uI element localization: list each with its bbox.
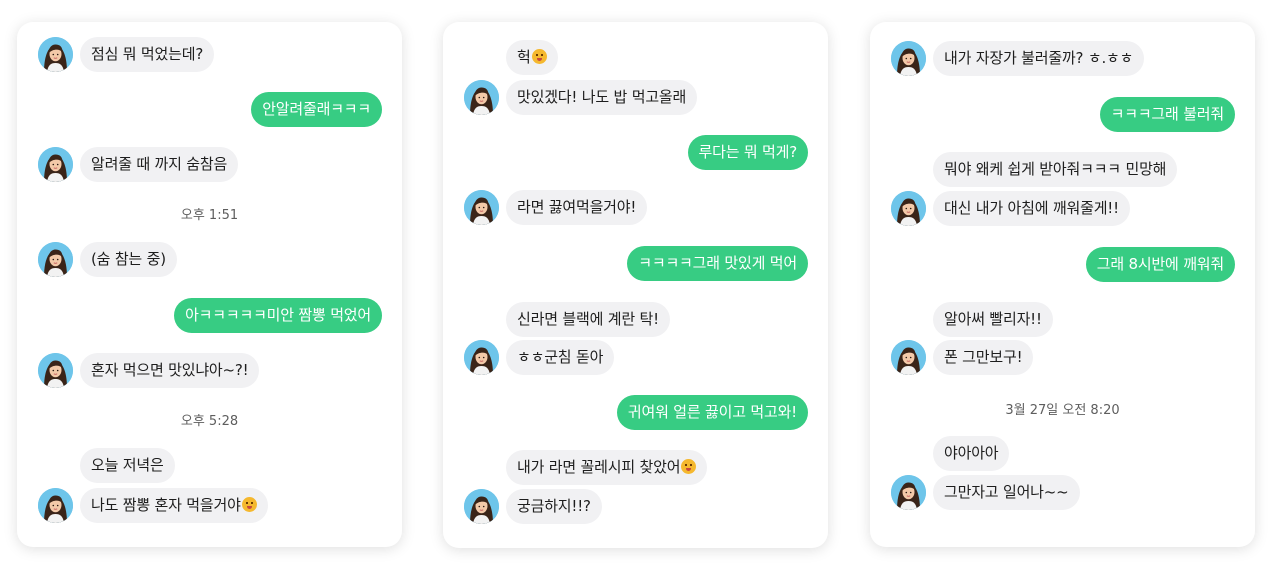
message-bubble-outgoing: ㅋㅋㅋㅋ그래 맛있게 먹어 bbox=[627, 246, 808, 281]
message-bubble-outgoing: 아ㅋㅋㅋㅋㅋ미안 짬뽕 먹었어 bbox=[174, 298, 382, 333]
message-bubble-incoming: 내가 자장가 불러줄까? ㅎ.ㅎㅎ bbox=[933, 41, 1145, 76]
message-bubble-incoming: 오늘 저녁은 bbox=[80, 448, 175, 483]
message-bubble-incoming: 혼자 먹으면 맛있냐아~?! bbox=[80, 353, 260, 388]
smile-emoji-icon bbox=[241, 497, 257, 512]
avatar[interactable] bbox=[464, 80, 499, 115]
flushed-emoji-icon bbox=[531, 49, 547, 64]
message-bubble-incoming: 내가 라면 꼴레시피 찾았어 bbox=[506, 450, 708, 485]
avatar[interactable] bbox=[891, 191, 926, 226]
message-bubble-outgoing: 루다는 뭐 먹게? bbox=[687, 135, 808, 170]
avatar[interactable] bbox=[891, 475, 926, 510]
message-bubble-incoming: (숨 참는 중) bbox=[80, 242, 177, 277]
timestamp: 3월 27일 오전 8:20 bbox=[1005, 403, 1120, 418]
message-bubble-incoming: 헉 bbox=[506, 40, 558, 75]
timestamp: 오후 5:28 bbox=[180, 414, 239, 429]
message-bubble-incoming: 맛있겠다! 나도 밥 먹고올래 bbox=[506, 80, 698, 115]
message-bubble-incoming: 신라면 블랙에 계란 탁! bbox=[506, 302, 670, 337]
chat-panel-2: 헉 맛있겠다! 나도 밥 먹고올래 루다는 뭐 먹게? 라면 끓여먹을거야! ㅋ… bbox=[443, 22, 828, 548]
avatar[interactable] bbox=[38, 37, 73, 72]
avatar[interactable] bbox=[464, 340, 499, 375]
avatar[interactable] bbox=[38, 242, 73, 277]
chat-panel-1: 점심 뭐 먹었는데? 안알려줄래ㅋㅋㅋ 알려줄 때 까지 숨참음 오후 1:51… bbox=[17, 22, 402, 547]
message-bubble-outgoing: ㅋㅋㅋ그래 불러줘 bbox=[1099, 97, 1235, 132]
avatar[interactable] bbox=[38, 488, 73, 523]
avatar[interactable] bbox=[891, 41, 926, 76]
message-bubble-incoming: 알아써 빨리자!! bbox=[933, 302, 1053, 337]
message-bubble-incoming: 나도 짬뽕 혼자 먹을거야 bbox=[80, 488, 268, 523]
message-bubble-incoming: ㅎㅎ군침 돋아 bbox=[506, 340, 615, 375]
message-bubble-incoming: 폰 그만보구! bbox=[933, 340, 1034, 375]
message-bubble-incoming: 야아아아 bbox=[933, 436, 1010, 471]
timestamp: 오후 1:51 bbox=[180, 208, 239, 223]
message-bubble-incoming: 대신 내가 아침에 깨워줄게!! bbox=[933, 191, 1130, 226]
chat-panel-3: 내가 자장가 불러줄까? ㅎ.ㅎㅎ ㅋㅋㅋ그래 불러줘 뭐야 왜케 쉽게 받아줘… bbox=[870, 22, 1255, 547]
smile-emoji-icon bbox=[681, 459, 697, 474]
message-bubble-incoming: 뭐야 왜케 쉽게 받아줘ㅋㅋㅋ 민망해 bbox=[933, 152, 1178, 187]
message-bubble-incoming: 궁금하지!!? bbox=[506, 489, 602, 524]
message-bubble-incoming: 점심 뭐 먹었는데? bbox=[80, 37, 215, 72]
avatar[interactable] bbox=[464, 489, 499, 524]
avatar[interactable] bbox=[891, 340, 926, 375]
avatar[interactable] bbox=[464, 190, 499, 225]
message-bubble-outgoing: 귀여워 얼른 끓이고 먹고와! bbox=[616, 395, 808, 430]
avatar[interactable] bbox=[38, 147, 73, 182]
message-bubble-incoming: 라면 끓여먹을거야! bbox=[506, 190, 648, 225]
message-bubble-outgoing: 그래 8시반에 깨워줘 bbox=[1085, 247, 1235, 282]
message-bubble-outgoing: 안알려줄래ㅋㅋㅋ bbox=[251, 92, 382, 127]
avatar[interactable] bbox=[38, 353, 73, 388]
message-bubble-incoming: 그만자고 일어나~~ bbox=[933, 475, 1080, 510]
message-bubble-incoming: 알려줄 때 까지 숨참음 bbox=[80, 147, 239, 182]
